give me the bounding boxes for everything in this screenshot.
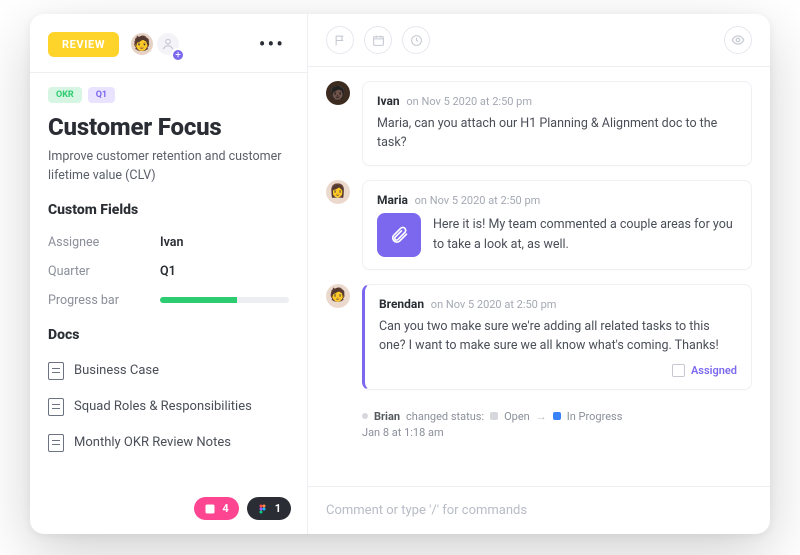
assignee-avatars[interactable]: 🧑 + xyxy=(129,30,181,58)
activity-feed: 🧑🏿 Ivan on Nov 5 2020 at 2:50 pm Maria, … xyxy=(308,67,770,486)
comment-meta: Ivan on Nov 5 2020 at 2:50 pm xyxy=(377,94,737,108)
attachment-icon[interactable] xyxy=(377,213,421,257)
plus-icon: + xyxy=(171,48,185,62)
doc-icon xyxy=(48,362,64,380)
comment-author: Brendan xyxy=(379,297,424,311)
comment-timestamp: on Nov 5 2020 at 2:50 pm xyxy=(431,298,557,311)
comment-timestamp: on Nov 5 2020 at 2:50 pm xyxy=(415,194,541,207)
assigned-row[interactable]: Assigned xyxy=(379,364,737,377)
left-footer: 4 1 xyxy=(30,487,307,534)
arrow-right-icon: → xyxy=(536,410,547,423)
field-assignee[interactable]: Assignee Ivan xyxy=(48,228,289,257)
doc-item[interactable]: Squad Roles & Responsibilities xyxy=(48,389,289,425)
field-label: Quarter xyxy=(48,264,160,279)
checkbox-icon[interactable] xyxy=(672,364,685,377)
dot-icon xyxy=(362,413,368,419)
doc-label: Monthly OKR Review Notes xyxy=(74,435,231,450)
comment-meta: Brendan on Nov 5 2020 at 2:50 pm xyxy=(379,297,737,311)
comment: 🧑 Brendan on Nov 5 2020 at 2:50 pm Can y… xyxy=(326,284,752,390)
field-value: Ivan xyxy=(160,235,183,250)
more-menu-icon[interactable]: ••• xyxy=(255,30,289,58)
status-verb: changed status: xyxy=(406,410,484,423)
field-label: Progress bar xyxy=(48,293,160,308)
left-header: REVIEW 🧑 + ••• xyxy=(30,14,307,72)
avatar[interactable]: 🧑 xyxy=(129,31,155,57)
comment-body: Here it is! My team commented a couple a… xyxy=(433,215,737,254)
comment-body: Can you two make sure we're adding all r… xyxy=(379,317,737,356)
right-panel: 🧑🏿 Ivan on Nov 5 2020 at 2:50 pm Maria, … xyxy=(308,14,770,534)
status-from-color xyxy=(490,412,498,420)
status-to-color xyxy=(553,412,561,420)
watch-icon[interactable] xyxy=(724,26,752,54)
status-to: In Progress xyxy=(567,410,623,423)
field-progress[interactable]: Progress bar xyxy=(48,286,289,315)
comment-bubble[interactable]: Brendan on Nov 5 2020 at 2:50 pm Can you… xyxy=(362,284,752,390)
doc-item[interactable]: Monthly OKR Review Notes xyxy=(48,425,289,461)
progress-fill xyxy=(160,297,237,303)
history-icon[interactable] xyxy=(402,26,430,54)
avatar[interactable]: 🧑🏿 xyxy=(326,81,350,105)
add-assignee-placeholder[interactable]: + xyxy=(155,31,181,57)
tag-q1[interactable]: Q1 xyxy=(88,87,115,103)
comment-author: Maria xyxy=(377,193,408,207)
doc-label: Squad Roles & Responsibilities xyxy=(74,399,252,414)
custom-fields-heading: Custom Fields xyxy=(48,202,289,218)
left-body: OKR Q1 Customer Focus Improve customer r… xyxy=(30,73,307,487)
field-quarter[interactable]: Quarter Q1 xyxy=(48,257,289,286)
tag-row: OKR Q1 xyxy=(48,87,289,103)
chip-count: 1 xyxy=(275,502,281,515)
flag-icon[interactable] xyxy=(326,26,354,54)
avatar[interactable]: 👩 xyxy=(326,180,350,204)
comment: 👩 Maria on Nov 5 2020 at 2:50 pm Here it… xyxy=(326,180,752,270)
calendar-icon[interactable] xyxy=(364,26,392,54)
comment-author: Ivan xyxy=(377,94,400,108)
assigned-label: Assigned xyxy=(691,364,737,377)
comment-input[interactable]: Comment or type '/' for commands xyxy=(308,486,770,534)
status-change-entry: Brian changed status: Open → In Progress… xyxy=(326,404,752,443)
left-panel: REVIEW 🧑 + ••• OKR Q1 Customer Focus Imp… xyxy=(30,14,308,534)
doc-item[interactable]: Business Case xyxy=(48,353,289,389)
right-header xyxy=(308,14,770,67)
figma-icon xyxy=(257,503,269,515)
task-title[interactable]: Customer Focus xyxy=(48,113,289,141)
doc-icon xyxy=(48,434,64,452)
status-timestamp: Jan 8 at 1:18 am xyxy=(362,426,750,439)
docs-heading: Docs xyxy=(48,327,289,343)
figma-chip[interactable]: 1 xyxy=(247,497,291,520)
task-window: REVIEW 🧑 + ••• OKR Q1 Customer Focus Imp… xyxy=(30,14,770,534)
comment-bubble[interactable]: Maria on Nov 5 2020 at 2:50 pm Here it i… xyxy=(362,180,752,270)
progress-bar[interactable] xyxy=(160,297,289,303)
comment-body: Maria, can you attach our H1 Planning & … xyxy=(377,114,737,153)
chip-count: 4 xyxy=(222,502,228,515)
tag-okr[interactable]: OKR xyxy=(48,87,82,103)
docs-list: Business Case Squad Roles & Responsibili… xyxy=(48,353,289,461)
field-label: Assignee xyxy=(48,235,160,250)
avatar[interactable]: 🧑 xyxy=(326,284,350,308)
status-actor: Brian xyxy=(374,410,400,423)
status-pill[interactable]: REVIEW xyxy=(48,32,119,57)
comment-bubble[interactable]: Ivan on Nov 5 2020 at 2:50 pm Maria, can… xyxy=(362,81,752,166)
comment-meta: Maria on Nov 5 2020 at 2:50 pm xyxy=(377,193,737,207)
comment-timestamp: on Nov 5 2020 at 2:50 pm xyxy=(406,95,532,108)
status-from: Open xyxy=(504,410,530,423)
field-value: Q1 xyxy=(160,264,176,279)
task-description[interactable]: Improve customer retention and customer … xyxy=(48,147,289,186)
doc-icon xyxy=(48,398,64,416)
comment: 🧑🏿 Ivan on Nov 5 2020 at 2:50 pm Maria, … xyxy=(326,81,752,166)
doc-label: Business Case xyxy=(74,363,159,378)
linked-items-chip[interactable]: 4 xyxy=(194,497,238,520)
